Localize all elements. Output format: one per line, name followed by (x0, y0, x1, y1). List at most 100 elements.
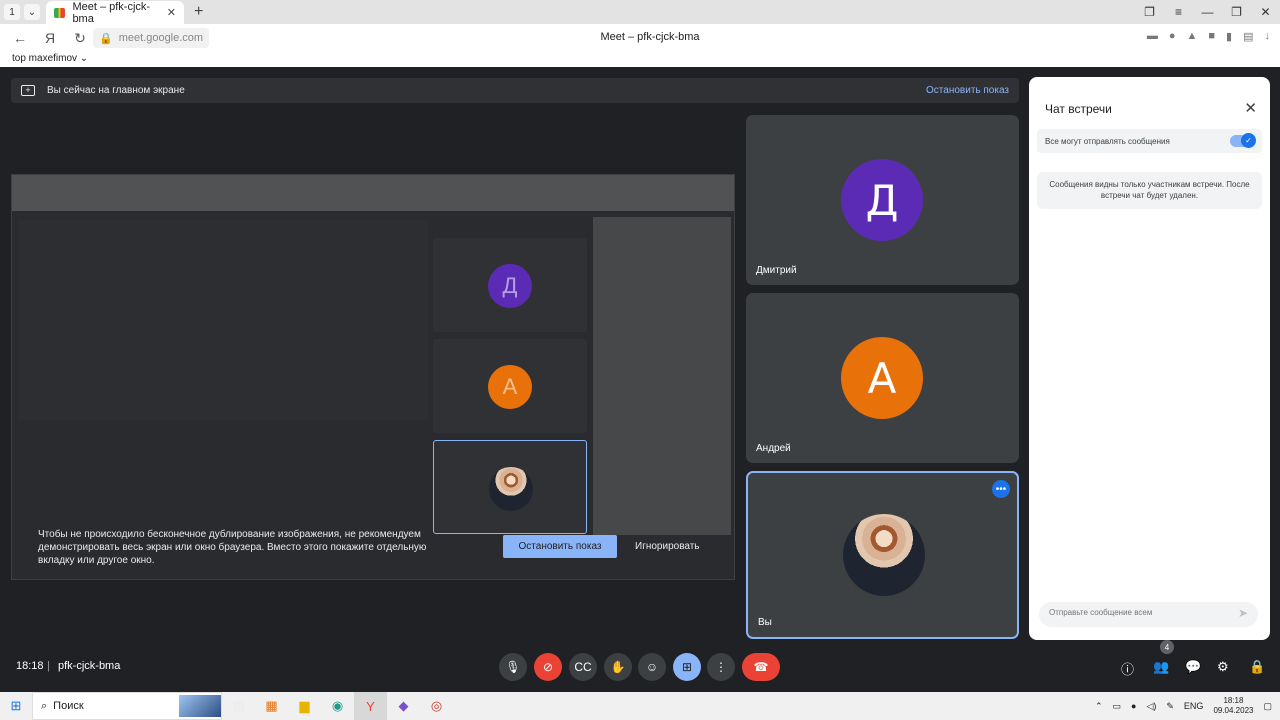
chat-indicator-icon[interactable]: ▲ (1186, 30, 1197, 43)
search-label: Поиск (53, 700, 84, 712)
mirrored-tile-3 (433, 440, 587, 534)
presenting-banner: + Вы сейчас на главном экране Остановить… (11, 78, 1019, 103)
minimize-icon[interactable]: — (1193, 5, 1222, 19)
meeting-code: pfk-cjck-bma (58, 660, 121, 672)
participant-tile-self[interactable]: ••• Вы (746, 471, 1019, 639)
page-title: Meet – pfk-cjck-bma (600, 31, 700, 43)
more-options-icon[interactable]: ••• (992, 480, 1010, 498)
restore-icon[interactable]: ❐ (1222, 5, 1251, 19)
microphone-icon[interactable]: ● (1131, 701, 1136, 711)
tab-title: Meet – pfk-cjck-bma (72, 0, 151, 25)
tab-close-icon[interactable]: ✕ (167, 6, 176, 19)
system-clock[interactable]: 18:18 09.04.2023 (1213, 696, 1253, 716)
meeting-info-icon[interactable]: ⓘ (1121, 659, 1134, 678)
mic-icon[interactable]: 🎙 (499, 653, 527, 681)
allow-messages-row: Все могут отправлять сообщения ✓ (1037, 129, 1262, 153)
search-highlight-image (179, 695, 221, 717)
collections-icon[interactable]: ▤ (1243, 30, 1253, 43)
notifications-icon[interactable]: ▢ (1263, 701, 1272, 712)
mirrored-tile-1: Д (433, 238, 587, 332)
share-indicator-icon[interactable]: ■ (1208, 30, 1215, 43)
bookmarks-icon[interactable]: ❐ (1135, 5, 1164, 19)
bookmark-folder[interactable]: top maxefimov (12, 53, 77, 64)
people-count-badge: 4 (1160, 640, 1174, 654)
download-icon[interactable]: ↓ (1265, 30, 1271, 43)
volume-icon[interactable]: ◁) (1146, 701, 1156, 712)
chat-message-input[interactable] (1049, 608, 1229, 617)
participant-name: Дмитрий (756, 265, 797, 276)
task-view-icon[interactable]: ▥ (222, 692, 255, 720)
search-icon: ⌕ (41, 699, 48, 712)
stop-presenting-link[interactable]: Остановить показ (926, 85, 1009, 96)
send-icon[interactable]: ➤ (1238, 606, 1248, 620)
clock-date: 09.04.2023 (1213, 706, 1254, 715)
chat-panel: Чат встречи ✕ Все могут отправлять сообщ… (1029, 77, 1270, 640)
people-icon[interactable]: 👥 (1153, 659, 1169, 675)
yandex-browser-icon[interactable]: Y (354, 692, 387, 720)
menu-icon[interactable]: ≡ (1164, 5, 1193, 19)
participant-tile-andrey[interactable]: А Андрей (746, 293, 1019, 463)
pen-icon[interactable]: ✎ (1166, 701, 1174, 712)
store-icon[interactable]: ▦ (255, 692, 288, 720)
mirrored-avatar-2: А (488, 365, 532, 409)
address-bar-actions: ▬ ● ▲ ■ ▮ ▤ ↓ (1147, 30, 1270, 43)
raise-hand-icon[interactable]: ✋ (604, 653, 632, 681)
close-window-icon[interactable]: ✕ (1251, 5, 1280, 19)
allow-messages-label: Все могут отправлять сообщения (1045, 136, 1170, 146)
browser-tab-meet[interactable]: Meet – pfk-cjck-bma ✕ (46, 0, 184, 25)
meet-app: + Вы сейчас на главном экране Остановить… (0, 67, 1280, 692)
recorder-icon[interactable]: ◎ (420, 692, 453, 720)
window-controls: ❐ ≡ — ❐ ✕ (1135, 0, 1280, 24)
emoji-icon[interactable]: ☺ (638, 653, 666, 681)
browser-tab-bar: 1 ⌄ Meet – pfk-cjck-bma ✕ + ❐ ≡ — ❐ ✕ (0, 0, 1280, 25)
more-options-icon[interactable]: ⋮ (707, 653, 735, 681)
address-bar-row: ← Я ↻ 🔒 meet.google.com Meet – pfk-cjck-… (0, 24, 1280, 52)
bookmark-icon[interactable]: ▮ (1226, 30, 1232, 43)
tab-counter[interactable]: 1 (4, 4, 20, 20)
avatar: Д (841, 159, 923, 241)
windows-start-icon[interactable]: ⊞ (0, 698, 32, 714)
file-explorer-icon[interactable]: ▆ (288, 692, 321, 720)
ignore-button[interactable]: Игнорировать (635, 535, 700, 558)
participant-name: Вы (758, 617, 772, 628)
visual-studio-icon[interactable]: ◆ (387, 692, 420, 720)
windows-taskbar: ⊞ ⌕ Поиск ▥ ▦ ▆ ◉ Y ◆ ◎ ⌃ ▭ ● ◁) ✎ ENG 1… (0, 692, 1280, 720)
captions-icon[interactable]: CC (569, 653, 597, 681)
check-icon: ✓ (1241, 133, 1256, 148)
present-screen-icon: + (21, 85, 35, 96)
participant-name: Андрей (756, 443, 791, 454)
avatar: А (841, 337, 923, 419)
meeting-time: 18:18 (16, 660, 44, 672)
meet-favicon-icon (54, 7, 66, 18)
meeting-controls-bar: 18:18 | pfk-cjck-bma 🎙 ⊘ CC ✋ ☺ ⊞ ⋮ ☎ ⓘ … (0, 640, 1280, 684)
chat-compose: ➤ (1039, 602, 1258, 627)
mirrored-avatar-1: Д (488, 264, 532, 308)
mirrored-stage (18, 220, 428, 420)
camera-indicator-icon[interactable]: ▬ (1147, 30, 1158, 43)
mirrored-chat-panel (593, 217, 731, 535)
new-tab-plus-icon[interactable]: + (194, 3, 203, 21)
activities-icon[interactable]: ⚙ (1217, 659, 1229, 675)
chat-notice: Сообщения видны только участникам встреч… (1037, 172, 1262, 209)
separator: | (47, 660, 50, 672)
self-avatar-photo (843, 514, 925, 596)
stop-sharing-button[interactable]: Остановить показ (503, 535, 617, 558)
host-controls-icon[interactable]: 🔒 (1249, 659, 1265, 675)
screen-share-preview: Д А Чтобы не происходило бесконечное дуб… (11, 174, 735, 580)
edge-icon[interactable]: ◉ (321, 692, 354, 720)
network-icon[interactable]: ▭ (1113, 701, 1122, 712)
language-indicator[interactable]: ENG (1184, 701, 1204, 711)
leave-call-icon[interactable]: ☎ (742, 653, 780, 681)
chat-icon[interactable]: 💬 (1185, 659, 1201, 675)
taskbar-search[interactable]: ⌕ Поиск (32, 692, 222, 720)
tab-list-chevron-icon[interactable]: ⌄ (24, 4, 40, 20)
present-screen-icon[interactable]: ⊞ (673, 653, 701, 681)
allow-messages-toggle[interactable]: ✓ (1230, 133, 1256, 148)
recursion-warning-text: Чтобы не происходило бесконечное дублиро… (38, 529, 427, 566)
camera-off-icon[interactable]: ⊘ (534, 653, 562, 681)
participant-tile-dmitry[interactable]: Д Дмитрий (746, 115, 1019, 285)
chat-title: Чат встречи (1045, 102, 1112, 116)
chevron-up-icon[interactable]: ⌃ (1095, 701, 1103, 712)
mic-indicator-icon[interactable]: ● (1169, 30, 1176, 43)
close-chat-icon[interactable]: ✕ (1244, 99, 1257, 117)
